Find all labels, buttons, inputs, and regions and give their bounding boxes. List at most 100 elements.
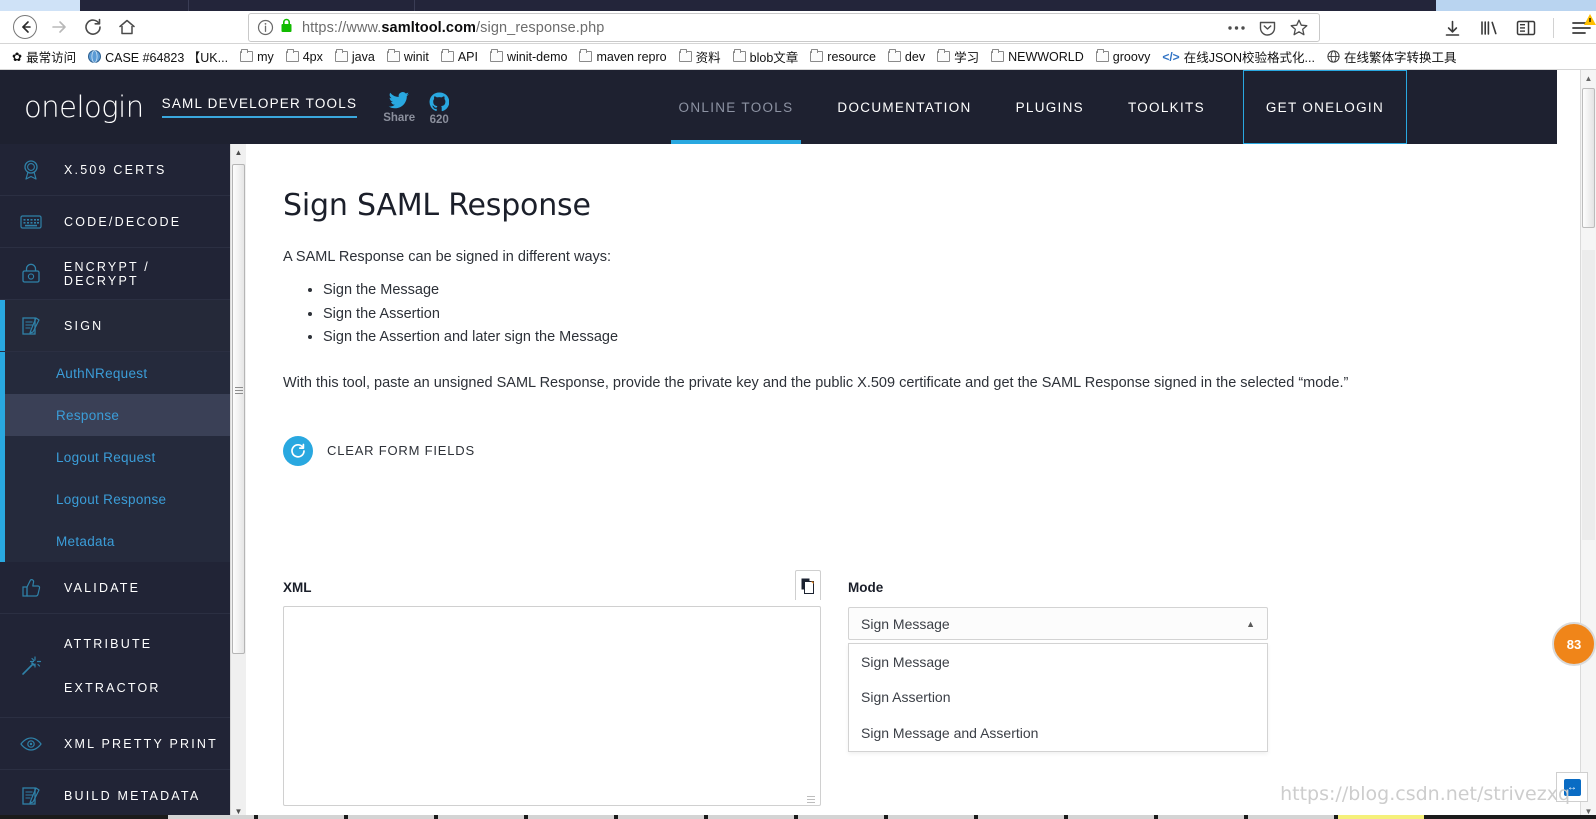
intro-text: A SAML Response can be signed in differe…	[283, 249, 612, 265]
active-tab[interactable]	[0, 0, 80, 11]
url-text: https://www.samltool.com/sign_response.p…	[302, 19, 605, 36]
folder-icon	[579, 49, 593, 62]
bookmark-item[interactable]: API	[435, 48, 484, 66]
forward-arrow-icon[interactable]	[42, 12, 76, 42]
address-bar[interactable]: https://www.samltool.com/sign_response.p…	[248, 13, 1320, 42]
back-arrow-icon[interactable]	[8, 12, 42, 42]
bookmark-item[interactable]: 学习	[931, 45, 985, 68]
refresh-icon[interactable]	[283, 435, 313, 466]
mode-option-sign-assertion[interactable]: Sign Assertion	[849, 680, 1267, 716]
bookmark-item[interactable]: resource	[804, 48, 882, 66]
sidebar-item-validate[interactable]: VALIDATE	[0, 562, 230, 614]
folder-icon	[887, 49, 901, 62]
copy-icon[interactable]	[795, 570, 821, 600]
nav-toolkits[interactable]: TOOLKITS	[1106, 70, 1227, 144]
xml-input[interactable]	[283, 606, 821, 806]
tab-far-right[interactable]	[1420, 0, 1596, 11]
certificate-icon	[18, 158, 44, 182]
sidebar-subitem-metadata[interactable]: Metadata	[0, 520, 230, 562]
sidebar-scroll-thumb[interactable]	[232, 164, 245, 654]
sidebar-subitem-response[interactable]: Response	[0, 394, 230, 436]
bookmark-item[interactable]: NEWWORLD	[985, 48, 1090, 66]
page-info-icon[interactable]	[257, 19, 275, 37]
bookmark-item[interactable]: blob文章	[727, 45, 805, 68]
bookmark-item[interactable]: winit	[381, 48, 435, 66]
floating-counter-badge[interactable]: 83	[1552, 622, 1596, 666]
bookmark-item[interactable]: java	[329, 48, 381, 66]
tools-sidebar: X.509 CERTS CODE/DECODE ENCRYPT / DECRYP…	[0, 144, 230, 819]
mode-field-group: Mode Sign Message ▲ Sign Message Sign As…	[848, 576, 1268, 752]
browser-tab-strip[interactable]	[0, 0, 1596, 11]
sidebar-subitem-logout-response[interactable]: Logout Response	[0, 478, 230, 520]
home-icon[interactable]	[110, 12, 144, 42]
ellipsis-icon[interactable]	[1227, 25, 1246, 31]
sidebar-item-encrypt-decrypt[interactable]: ENCRYPT / DECRYPT	[0, 248, 230, 300]
mode-option-sign-message-and-assertion[interactable]: Sign Message and Assertion	[849, 715, 1267, 751]
pocket-icon[interactable]	[1258, 18, 1277, 37]
bookmark-item[interactable]: groovy	[1090, 48, 1157, 66]
caret-up-icon[interactable]: ▲	[1246, 619, 1255, 629]
github-star[interactable]: 620	[429, 92, 450, 126]
bookmark-item[interactable]: 在线繁体字转换工具	[1321, 45, 1463, 68]
folder-icon	[810, 49, 824, 62]
sidebar-item-code-decode[interactable]: CODE/DECODE	[0, 196, 230, 248]
folder-icon	[240, 49, 254, 62]
page-scroll-thumb[interactable]	[1582, 88, 1595, 228]
sidebar-item-x509-certs[interactable]: X.509 CERTS	[0, 144, 230, 196]
star-icon: ✿	[12, 49, 23, 64]
web-page-viewport: onelogin SAML DEVELOPER TOOLS Share 620 …	[0, 70, 1596, 819]
bookmark-star-icon[interactable]	[1289, 18, 1309, 38]
mode-dropdown-list[interactable]: Sign Message Sign Assertion Sign Message…	[848, 643, 1268, 752]
sidebar-item-label: VALIDATE	[64, 580, 141, 595]
sidebar-item-xml-pretty-print[interactable]: XML PRETTY PRINT	[0, 718, 230, 770]
bookmark-item[interactable]: dev	[882, 48, 931, 66]
page-scroll-up-arrow-icon[interactable]: ▲	[1581, 70, 1596, 86]
bookmark-item[interactable]: </> 在线JSON校验格式化...	[1156, 45, 1321, 68]
bookmark-label: 4px	[302, 49, 323, 64]
nav-online-tools[interactable]: ONLINE TOOLS	[657, 70, 816, 144]
sidebar-subitem-logout-request[interactable]: Logout Request	[0, 436, 230, 478]
list-item: Sign the Message	[323, 279, 1542, 303]
keyboard-icon	[18, 212, 44, 232]
sidebar-item-attribute-extractor[interactable]: ATTRIBUTE EXTRACTOR	[0, 614, 230, 718]
clear-form-fields-button[interactable]: CLEAR FORM FIELDS	[283, 435, 1542, 466]
nav-plugins[interactable]: PLUGINS	[994, 70, 1106, 144]
sidebar-item-sign[interactable]: SIGN	[0, 300, 230, 352]
page-scrollbar[interactable]: ▲ ▼	[1580, 70, 1596, 819]
library-icon[interactable]	[1479, 19, 1499, 37]
twitter-share[interactable]: Share	[383, 92, 415, 124]
bookmark-item[interactable]: 资料	[673, 45, 727, 68]
bookmark-label: 最常访问	[26, 51, 77, 65]
reload-icon[interactable]	[76, 12, 110, 42]
mode-select[interactable]: Sign Message ▲	[848, 607, 1268, 640]
lock-icon	[280, 18, 294, 38]
sign-document-icon	[18, 784, 44, 808]
bookmark-item[interactable]: ✿ 最常访问	[6, 45, 82, 68]
sidebar-scrollbar[interactable]: ▲ ▼	[230, 144, 246, 819]
sidebar-subitem-authnrequest[interactable]: AuthNRequest	[0, 352, 230, 394]
watermark-text: https://blog.csdn.net/strivezxq	[1280, 783, 1570, 805]
scroll-up-arrow-icon[interactable]: ▲	[231, 144, 246, 160]
hamburger-menu-icon[interactable]	[1571, 14, 1596, 36]
bookmark-label: winit-demo	[507, 49, 568, 64]
sidebar-icon[interactable]	[1516, 20, 1536, 36]
thumbs-up-icon	[18, 576, 44, 600]
onelogin-logo[interactable]: onelogin	[24, 90, 144, 124]
sidebar-item-label: ENCRYPT / DECRYPT	[63, 259, 150, 288]
globe-icon	[88, 50, 102, 63]
downloads-icon[interactable]	[1443, 19, 1462, 38]
bookmark-item[interactable]: winit-demo	[484, 48, 573, 66]
bookmark-label: 资料	[695, 51, 721, 65]
bookmark-item[interactable]: maven repro	[573, 48, 672, 66]
browser-toolbar-right	[1431, 13, 1596, 43]
bookmark-item[interactable]: 4px	[280, 48, 329, 66]
list-item: Sign the Assertion and later sign the Me…	[323, 326, 1542, 350]
nav-documentation[interactable]: DOCUMENTATION	[815, 70, 993, 144]
bookmark-item[interactable]: my	[234, 48, 280, 66]
get-onelogin-button[interactable]: GET ONELOGIN	[1242, 70, 1407, 144]
magic-wand-icon	[18, 654, 44, 678]
bookmark-item[interactable]: CASE #64823 【UK...	[82, 45, 234, 68]
textarea-resize-handle[interactable]	[807, 794, 815, 803]
sidebar-item-build-metadata[interactable]: BUILD METADATA	[0, 770, 230, 819]
mode-option-sign-message[interactable]: Sign Message	[849, 644, 1267, 680]
